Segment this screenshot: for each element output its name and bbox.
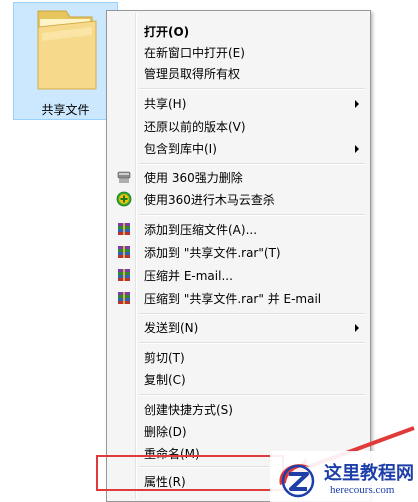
menu-item-label: 压缩并 E-mail... <box>144 269 233 283</box>
menu-item-delete[interactable]: 删除(D) <box>110 420 367 442</box>
menu-item-label: 在新窗口中打开(E) <box>144 46 245 60</box>
menu-item-send-to[interactable]: 发送到(N) <box>110 316 367 338</box>
menu-item-label: 管理员取得所有权 <box>144 67 241 81</box>
plus-shield-icon <box>116 191 132 207</box>
menu-item-label: 剪切(T) <box>144 351 185 365</box>
winrar-icon <box>118 246 130 258</box>
folder-label: 共享文件 <box>41 103 90 117</box>
menu-separator <box>139 88 365 89</box>
menu-item-label: 使用 360强力删除 <box>144 171 243 185</box>
menu-item-restore-previous[interactable]: 还原以前的版本(V) <box>110 115 367 137</box>
menu-separator <box>139 342 365 343</box>
menu-item-add-to-archive[interactable]: 添加到压缩文件(A)... <box>110 218 367 240</box>
submenu-arrow-icon <box>355 324 359 332</box>
winrar-icon <box>118 292 130 304</box>
highlight-box <box>96 455 284 491</box>
winrar-icon <box>118 223 130 235</box>
menu-item-label: 添加到压缩文件(A)... <box>144 223 258 237</box>
menu-item-cut[interactable]: 剪切(T) <box>110 346 367 368</box>
menu-separator <box>139 163 365 164</box>
submenu-arrow-icon <box>355 145 359 153</box>
shredder-icon <box>117 171 131 183</box>
menu-item-label: 复制(C) <box>144 373 186 387</box>
submenu-arrow-icon <box>355 100 359 108</box>
menu-item-label: 使用360进行木马云查杀 <box>144 193 275 207</box>
folder-icon <box>37 10 97 90</box>
menu-item-label: 打开(O) <box>144 25 190 39</box>
watermark-url: herecours.com <box>330 484 395 496</box>
menu-separator <box>139 214 365 215</box>
menu-item-label: 删除(D) <box>144 425 187 439</box>
menu-separator <box>139 394 365 395</box>
watermark-title: 这里教程网 <box>324 463 414 484</box>
menu-item-360-force-delete[interactable]: 使用 360强力删除 <box>110 166 367 188</box>
site-logo-icon <box>279 464 315 498</box>
menu-item-label: 共享(H) <box>144 97 187 111</box>
menu-item-copy[interactable]: 复制(C) <box>110 368 367 390</box>
menu-item-open-new-window[interactable]: 在新窗口中打开(E) <box>110 41 367 63</box>
menu-item-label: 包含到库中(I) <box>144 142 217 156</box>
menu-item-add-to-rar[interactable]: 添加到 "共享文件.rar"(T) <box>110 241 367 263</box>
winrar-icon <box>118 269 130 281</box>
context-menu: 打开(O) 在新窗口中打开(E) 管理员取得所有权 共享(H) 还原以前的版本(… <box>106 10 371 502</box>
menu-item-open[interactable]: 打开(O) <box>110 20 367 42</box>
menu-item-label: 还原以前的版本(V) <box>144 120 246 134</box>
folder-item-shared[interactable]: 共享文件 <box>13 2 118 120</box>
menu-item-take-ownership[interactable]: 管理员取得所有权 <box>110 62 367 84</box>
menu-item-label: 创建快捷方式(S) <box>144 403 233 417</box>
menu-item-label: 压缩到 "共享文件.rar" 并 E-mail <box>144 292 322 306</box>
menu-item-share[interactable]: 共享(H) <box>110 92 367 114</box>
menu-separator <box>139 313 365 314</box>
menu-item-label: 添加到 "共享文件.rar"(T) <box>144 246 281 260</box>
menu-item-360-trojan-scan[interactable]: 使用360进行木马云查杀 <box>110 188 367 210</box>
menu-item-include-in-library[interactable]: 包含到库中(I) <box>110 137 367 159</box>
menu-item-label: 发送到(N) <box>144 321 199 335</box>
menu-item-compress-email[interactable]: 压缩并 E-mail... <box>110 264 367 286</box>
menu-item-compress-rar-email[interactable]: 压缩到 "共享文件.rar" 并 E-mail <box>110 287 367 309</box>
watermark: 这里教程网 herecours.com <box>270 451 418 502</box>
menu-item-create-shortcut[interactable]: 创建快捷方式(S) <box>110 398 367 420</box>
